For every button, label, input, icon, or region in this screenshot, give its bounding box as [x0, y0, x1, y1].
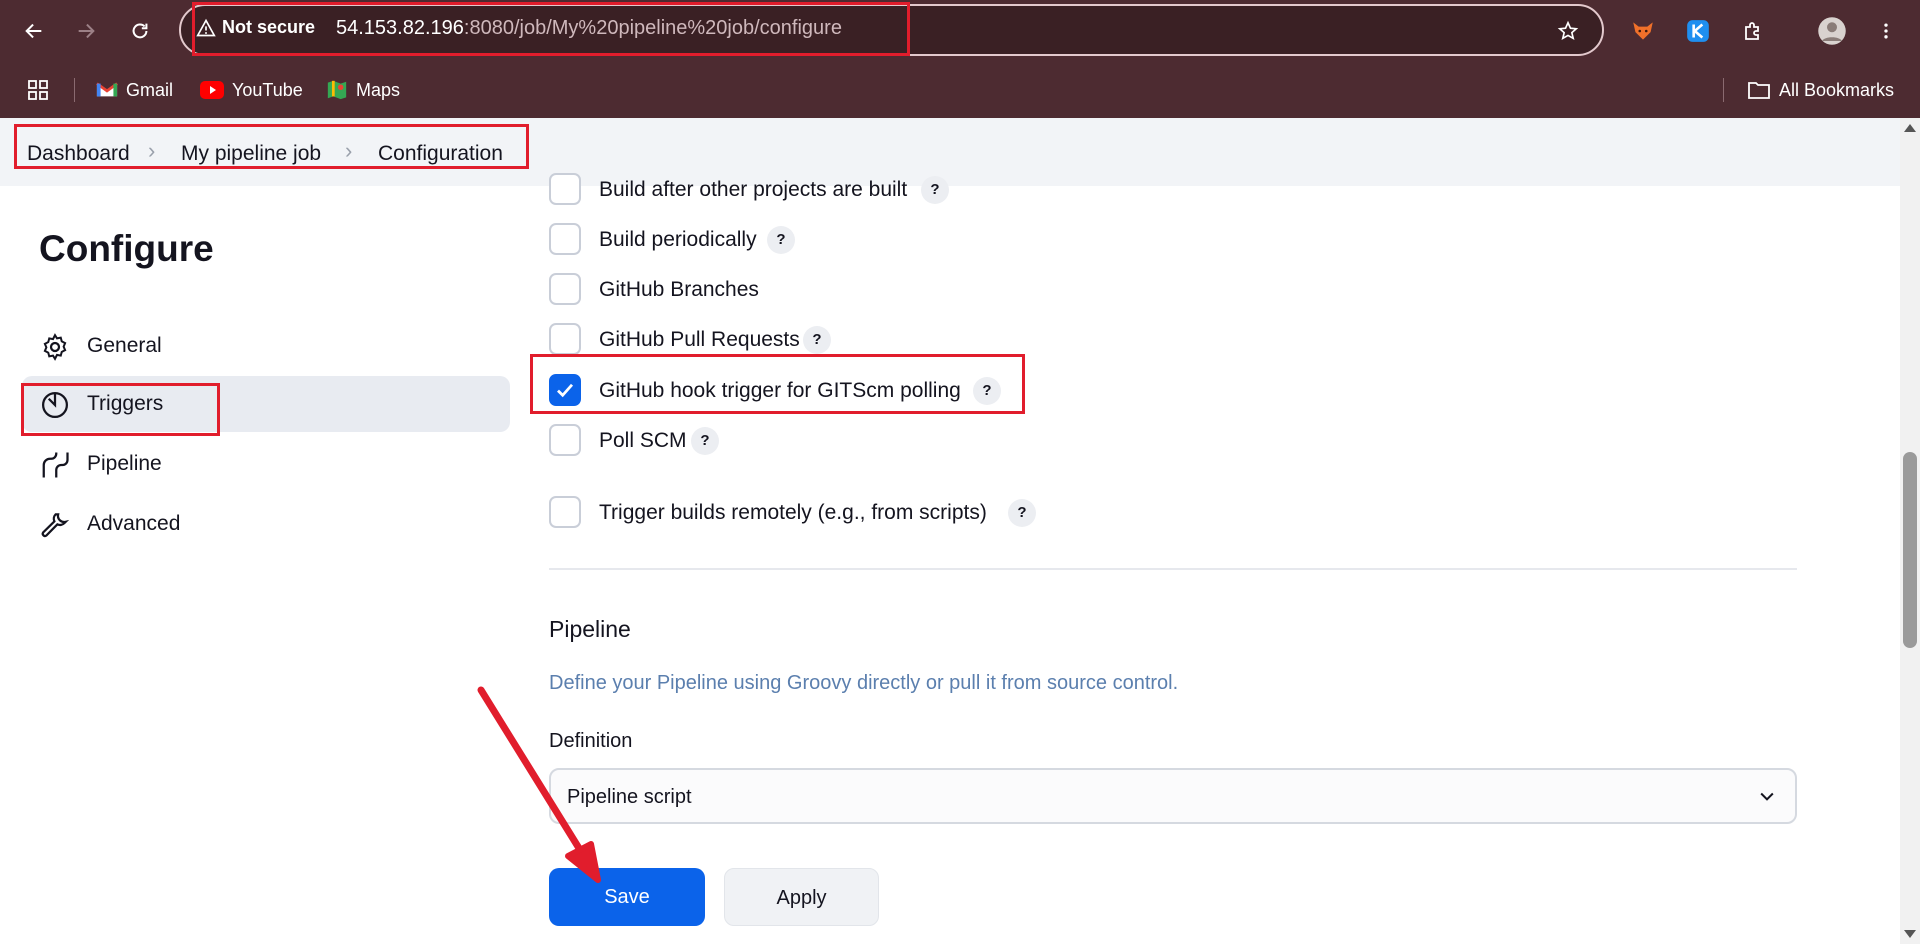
- bookmark-gmail[interactable]: Gmail: [96, 74, 173, 106]
- extensions-button[interactable]: [1735, 13, 1771, 49]
- scrollbar-thumb[interactable]: [1903, 452, 1917, 648]
- security-indicator[interactable]: Not secure: [196, 17, 315, 38]
- sidebar-item-pipeline[interactable]: Pipeline: [22, 436, 510, 492]
- bookmarks-divider: [74, 78, 75, 102]
- folder-icon: [1748, 82, 1770, 99]
- definition-label: Definition: [549, 730, 633, 752]
- apps-grid-icon: [28, 80, 48, 100]
- checkbox[interactable]: [549, 223, 581, 255]
- sidebar-item-general[interactable]: General: [22, 318, 510, 374]
- apply-button[interactable]: Apply: [724, 868, 879, 926]
- security-label: Not secure: [222, 17, 316, 37]
- help-icon[interactable]: ?: [691, 427, 719, 455]
- reload-button[interactable]: [122, 13, 158, 49]
- page-title: Configure: [39, 228, 214, 269]
- sidebar-item-label: General: [87, 334, 162, 357]
- help-icon[interactable]: ?: [921, 176, 949, 204]
- trigger-option-label: Build periodically: [599, 228, 757, 251]
- trigger-option-label: GitHub hook trigger for GITScm polling: [599, 379, 961, 402]
- section-divider: [549, 568, 1797, 570]
- sidebar-item-triggers[interactable]: Triggers: [22, 376, 510, 432]
- apps-button[interactable]: [26, 74, 50, 106]
- help-icon[interactable]: ?: [803, 326, 831, 354]
- trigger-option-label: GitHub Pull Requests: [599, 328, 800, 351]
- timer-icon: [42, 392, 68, 418]
- trigger-option-label: GitHub Branches: [599, 278, 759, 301]
- breadcrumb-dashboard[interactable]: Dashboard: [27, 142, 130, 166]
- gmail-icon: [96, 82, 118, 97]
- pipeline-section-description: Define your Pipeline using Groovy direct…: [549, 672, 1179, 694]
- breadcrumb-separator: ›: [148, 138, 156, 163]
- help-icon[interactable]: ?: [973, 377, 1001, 405]
- bookmark-maps[interactable]: Maps: [326, 74, 400, 106]
- breadcrumb-separator: ›: [345, 138, 353, 163]
- bookmarks-bar: Gmail YouTube Maps All Bookmarks: [0, 62, 1920, 118]
- url-host: 54.153.82.196: [336, 17, 464, 39]
- trigger-option-label: Build after other projects are built: [599, 178, 908, 201]
- sidebar-item-label: Pipeline: [87, 452, 162, 475]
- avatar: [1818, 17, 1846, 45]
- youtube-icon: [200, 81, 224, 99]
- all-bookmarks-label: All Bookmarks: [1779, 79, 1895, 100]
- breadcrumb-job[interactable]: My pipeline job: [181, 142, 321, 166]
- gear-icon: [43, 333, 67, 361]
- fox-extension-icon: [1633, 22, 1653, 40]
- arrow-left-icon: [25, 23, 42, 39]
- puzzle-icon: [1745, 22, 1759, 40]
- sidebar-item-advanced[interactable]: Advanced: [22, 496, 510, 552]
- sidebar-item-label: Advanced: [87, 512, 181, 535]
- chevron-down-icon: [1760, 792, 1774, 801]
- url-text[interactable]: 54.153.82.196:8080/job/My%20pipeline%20j…: [336, 17, 842, 40]
- extension-k-button[interactable]: [1680, 13, 1716, 49]
- checkbox[interactable]: [549, 273, 581, 305]
- browser-toolbar: Not secure 54.153.82.196:8080/job/My%20p…: [0, 0, 1920, 62]
- bookmark-star-button[interactable]: [1550, 13, 1586, 49]
- bookmark-youtube[interactable]: YouTube: [200, 74, 303, 106]
- save-button[interactable]: Save: [549, 868, 705, 926]
- bookmark-label: Maps: [356, 79, 401, 100]
- forward-button[interactable]: [68, 13, 104, 49]
- sidebar-item-label: Triggers: [87, 392, 164, 415]
- checkbox[interactable]: [549, 496, 581, 528]
- breadcrumb-configuration[interactable]: Configuration: [378, 142, 503, 166]
- more-vertical-icon: [1884, 23, 1888, 39]
- warning-icon: [196, 18, 216, 36]
- maps-icon: [327, 80, 347, 100]
- pipeline-icon: [42, 452, 69, 478]
- url-path: :8080/job/My%20pipeline%20job/configure: [463, 17, 842, 39]
- all-bookmarks-button[interactable]: All Bookmarks: [1747, 74, 1894, 106]
- bookmark-label: Gmail: [126, 79, 174, 100]
- k-extension-icon: [1687, 20, 1709, 42]
- pipeline-section-title: Pipeline: [549, 616, 631, 642]
- scroll-down-icon[interactable]: [1903, 928, 1917, 940]
- help-icon[interactable]: ?: [767, 226, 795, 254]
- help-icon[interactable]: ?: [1008, 499, 1036, 527]
- definition-select-value: Pipeline script: [567, 786, 692, 808]
- star-icon: [1557, 20, 1579, 40]
- checkbox-checked[interactable]: [549, 374, 581, 406]
- scroll-up-icon[interactable]: [1903, 122, 1917, 134]
- checkbox[interactable]: [549, 424, 581, 456]
- trigger-option-label: Poll SCM: [599, 429, 687, 452]
- arrow-right-icon: [78, 23, 95, 39]
- checkbox[interactable]: [549, 323, 581, 355]
- bookmarks-divider: [1723, 78, 1724, 102]
- checkmark-icon: [557, 383, 574, 398]
- checkbox[interactable]: [549, 173, 581, 205]
- extension-fox-button[interactable]: [1625, 13, 1661, 49]
- trigger-option-label: Trigger builds remotely (e.g., from scri…: [599, 501, 987, 524]
- reload-icon: [132, 23, 148, 39]
- profile-button[interactable]: [1814, 13, 1850, 49]
- bookmark-label: YouTube: [232, 79, 303, 100]
- definition-select[interactable]: Pipeline script: [549, 768, 1797, 824]
- back-button[interactable]: [16, 13, 52, 49]
- wrench-icon: [41, 513, 70, 538]
- browser-menu-button[interactable]: [1868, 13, 1904, 49]
